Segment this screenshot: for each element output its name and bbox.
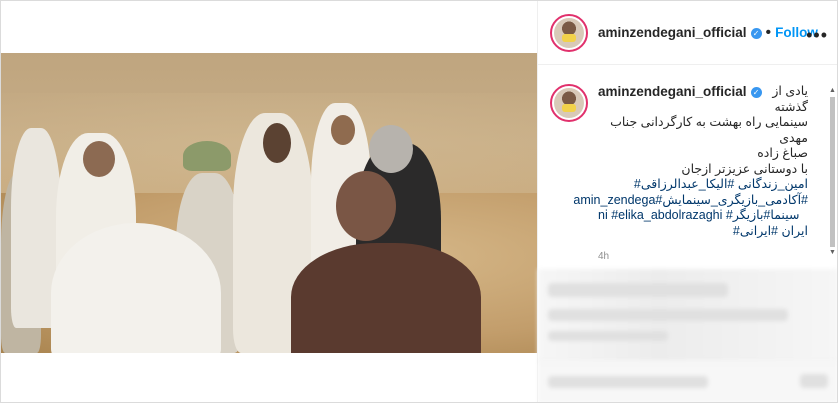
hashtag-line[interactable]: امین_زندگانی #الیکا_عبدالرزاقی# xyxy=(598,177,808,193)
caption-row: یادی از aminzendegani_official ✓ گذشته سی… xyxy=(550,84,826,265)
header-username-text[interactable]: aminzendegani_official xyxy=(598,25,747,40)
hashtag-line[interactable]: ni #elika_abdolrazaghi #سینما#بازیگر xyxy=(598,208,808,224)
photo-head xyxy=(369,125,413,173)
header-username[interactable]: aminzendegani_official ✓ xyxy=(598,25,762,40)
header-separator: • xyxy=(765,23,772,41)
blurred-shape xyxy=(548,331,668,341)
scroll-up-icon[interactable]: ▲ xyxy=(829,87,836,95)
post-photo[interactable] xyxy=(1,53,537,353)
post-timestamp[interactable]: 4h xyxy=(598,249,808,265)
caption-line: صباغ زاده xyxy=(757,146,808,160)
avatar[interactable] xyxy=(550,13,588,52)
caption-text: یادی از aminzendegani_official ✓ گذشته سی… xyxy=(573,84,808,265)
more-options-icon[interactable]: ••• xyxy=(806,25,828,46)
blurred-shape xyxy=(800,374,828,388)
photo-head xyxy=(331,115,355,145)
blurred-shape xyxy=(548,283,728,297)
post-header: aminzendegani_official ✓ • Follow ••• xyxy=(538,1,837,65)
verified-badge-icon: ✓ xyxy=(750,87,762,98)
photo-head xyxy=(183,141,231,171)
scroll-down-icon[interactable]: ▼ xyxy=(829,249,836,257)
blurred-actions-area xyxy=(538,269,837,361)
caption-username[interactable]: aminzendegani_official ✓ xyxy=(598,84,762,100)
caption-avatar[interactable] xyxy=(550,84,588,122)
caption-avatar-image xyxy=(554,88,584,118)
scrollbar-thumb[interactable] xyxy=(830,97,835,247)
photo-figure xyxy=(51,223,221,353)
hashtag-line[interactable]: #آکادمی_بازیگری_سینمایش#amin_zendega xyxy=(573,193,808,209)
caption-first-line: یادی از aminzendegani_official ✓ xyxy=(598,84,808,100)
blurred-shape xyxy=(548,376,708,388)
instagram-post: aminzendegani_official ✓ • Follow ••• یاد… xyxy=(0,0,838,403)
hashtag-line[interactable]: ایران #ایرانی# xyxy=(598,224,808,240)
verified-badge-icon: ✓ xyxy=(750,28,762,39)
photo-figure xyxy=(291,243,481,353)
post-sidebar: aminzendegani_official ✓ • Follow ••• یاد… xyxy=(537,1,837,402)
caption-line: یادی از xyxy=(772,84,808,98)
photo-head xyxy=(336,171,396,241)
caption-line: با دوستانی عزیزتر ازجان xyxy=(681,161,808,176)
caption-area: یادی از aminzendegani_official ✓ گذشته سی… xyxy=(538,66,837,266)
caption-username-text[interactable]: aminzendegani_official xyxy=(598,84,747,99)
caption-line: سینمایی راه بهشت به کارگردانی جناب مهدی xyxy=(610,115,808,145)
photo-head xyxy=(263,123,291,163)
photo-head xyxy=(83,141,115,177)
avatar-image xyxy=(554,17,584,48)
blurred-shape xyxy=(548,309,788,321)
scrollbar[interactable]: ▲ ▼ xyxy=(829,87,836,267)
blurred-comment-box xyxy=(538,361,837,402)
caption-line: گذشته xyxy=(774,99,808,114)
